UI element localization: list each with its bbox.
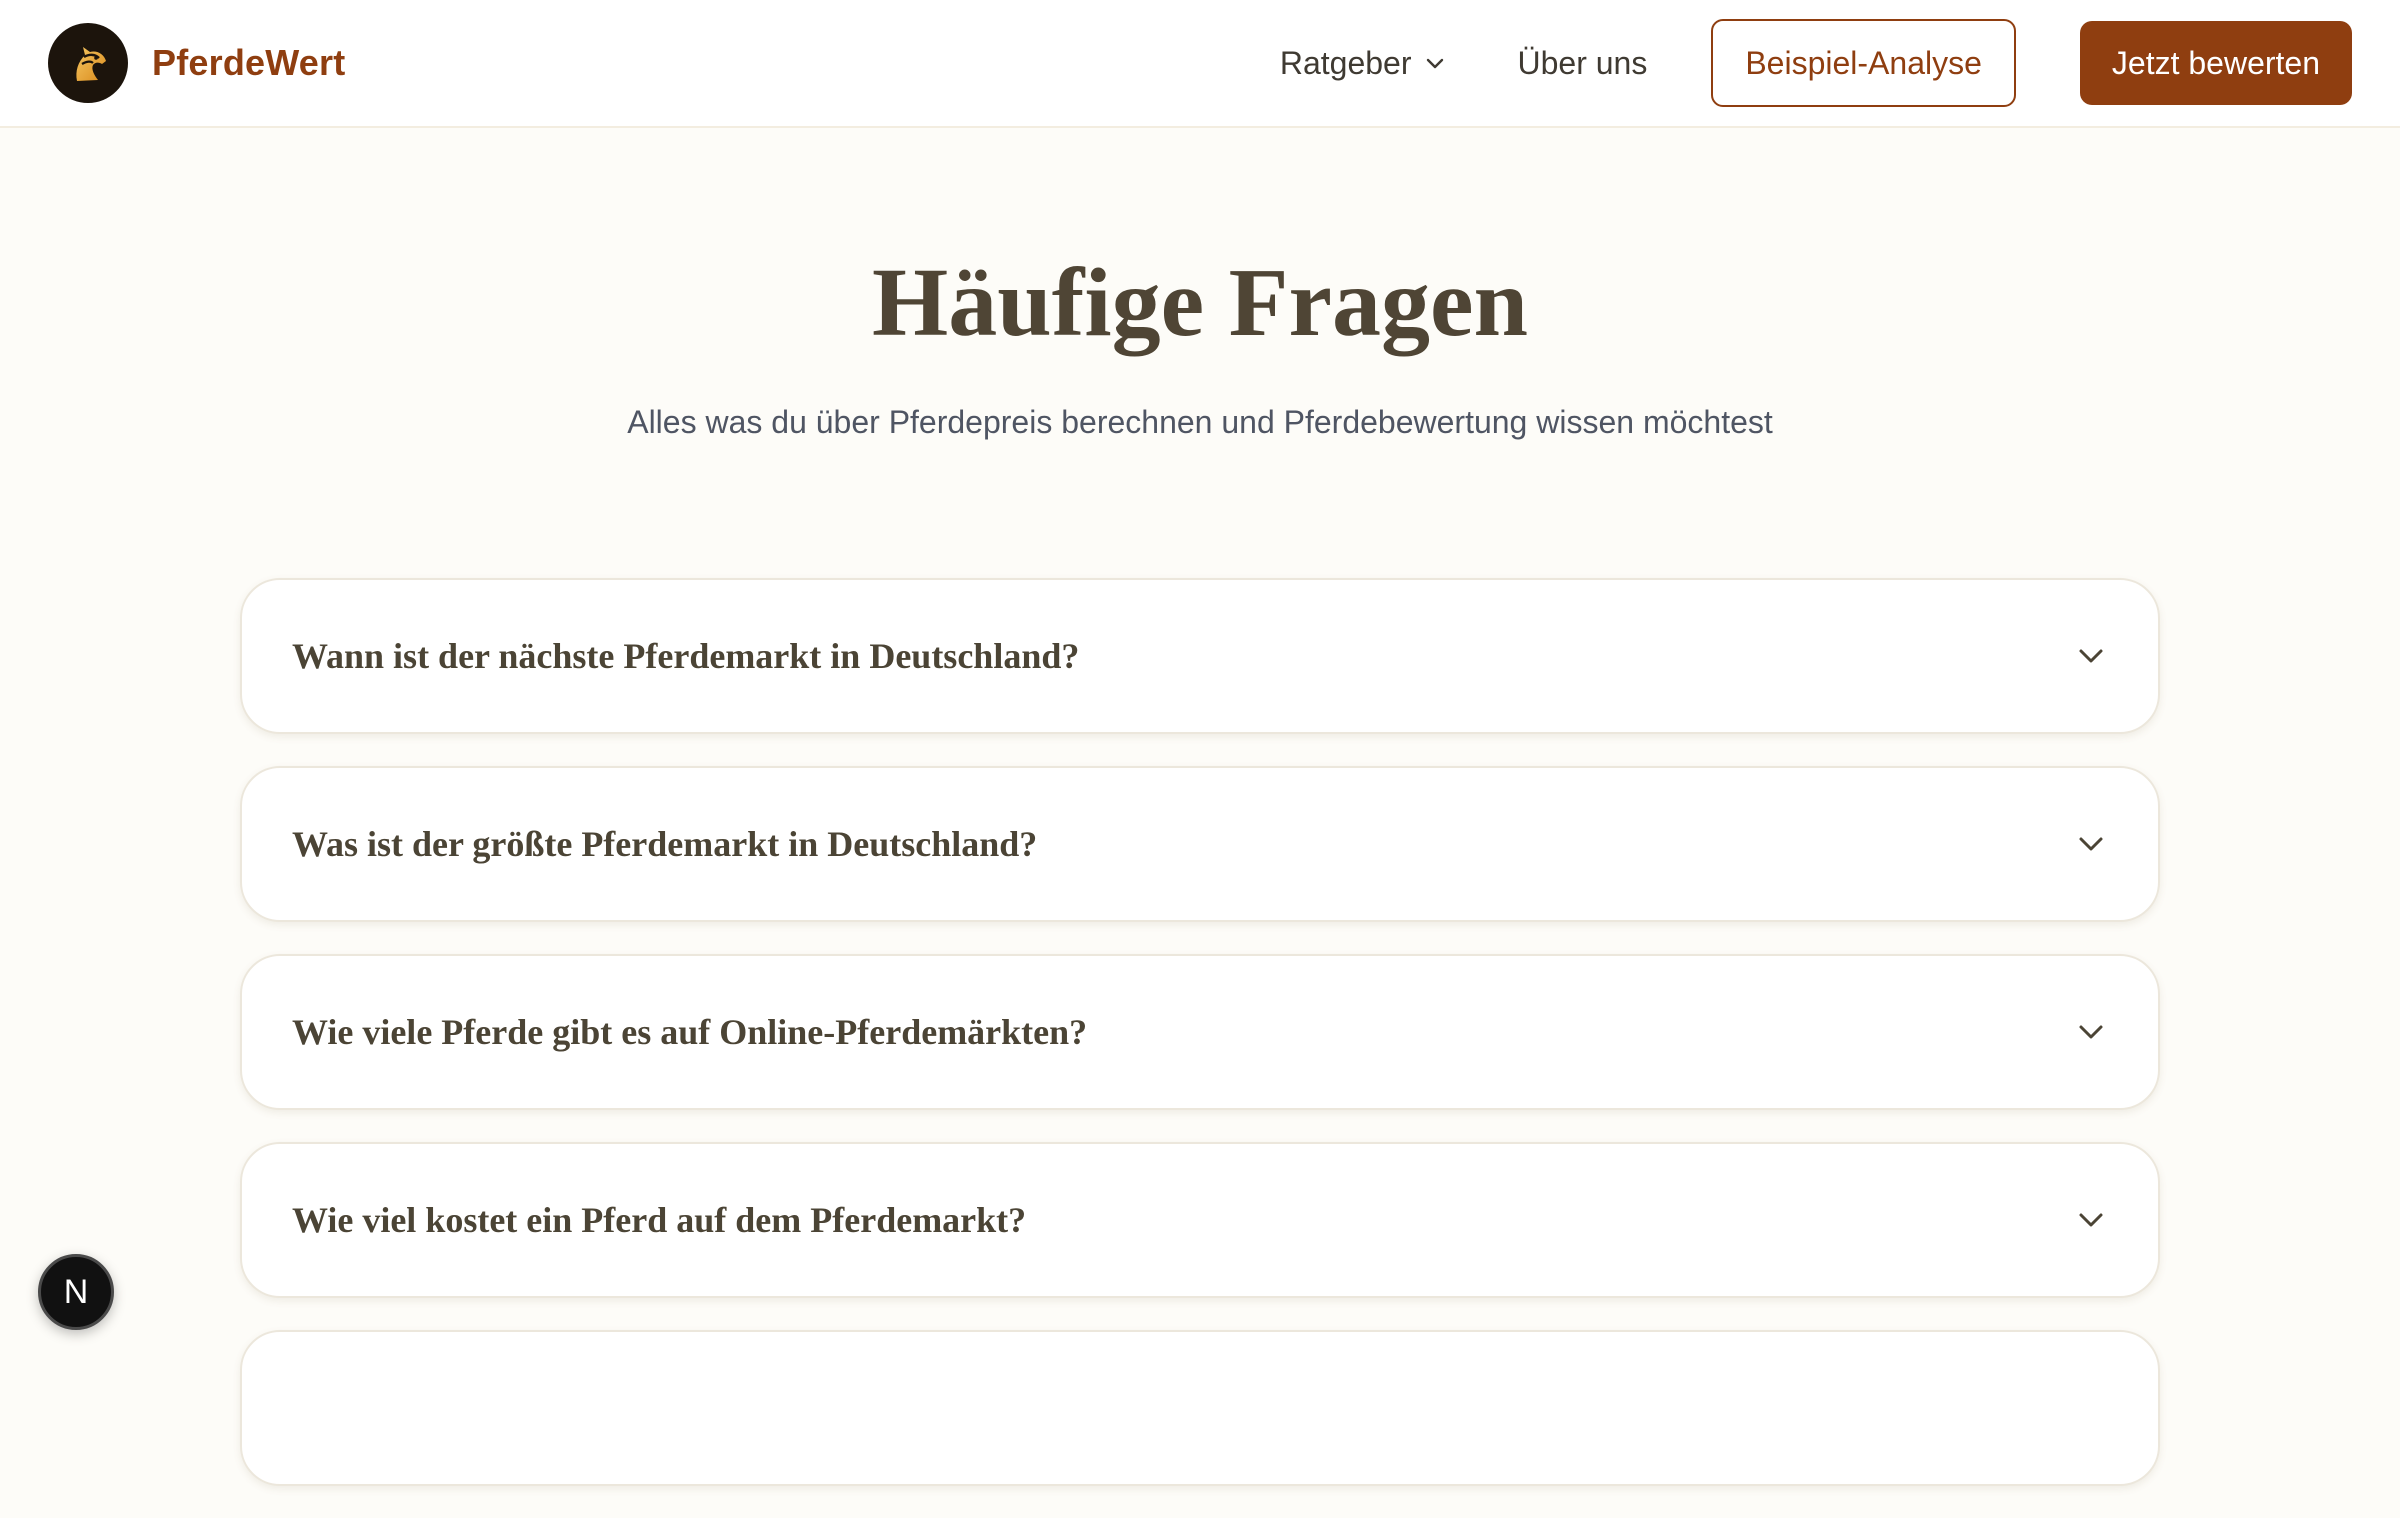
faq-question: Was ist der größte Pferdemarkt in Deutsc…	[292, 824, 1038, 864]
faq-item[interactable]: Wie viele Pferde gibt es auf Online-Pfer…	[240, 954, 2160, 1110]
nav-about-label: Über uns	[1517, 44, 1648, 81]
main-nav: Ratgeber Über uns Beispiel-Analyse Jetzt…	[1280, 19, 2352, 107]
page-subtitle: Alles was du über Pferdepreis berechnen …	[627, 404, 1773, 440]
nav-ratgeber-dropdown[interactable]: Ratgeber	[1280, 45, 1448, 82]
page-title: Häufige Fragen	[872, 249, 1528, 357]
faq-question: Wann ist der nächste Pferdemarkt in Deut…	[292, 636, 1080, 676]
faq-item[interactable]: Wie viel kostet ein Pferd auf dem Pferde…	[240, 1142, 2160, 1298]
faq-item[interactable]	[240, 1330, 2160, 1486]
brand-link[interactable]: PferdeWert	[48, 23, 345, 103]
badge-letter: N	[63, 1272, 89, 1311]
faq-question: Wie viel kostet ein Pferd auf dem Pferde…	[292, 1200, 1027, 1240]
nav-ratgeber-label: Ratgeber	[1279, 44, 1412, 81]
faq-item[interactable]: Wann ist der nächste Pferdemarkt in Deut…	[240, 578, 2160, 734]
chevron-down-icon	[2074, 1203, 2108, 1237]
example-analysis-button[interactable]: Beispiel-Analyse	[1711, 19, 2016, 107]
chevron-down-icon	[1423, 51, 1447, 75]
site-header: PferdeWert Ratgeber Über uns Beispiel-An…	[0, 0, 2400, 128]
faq-list: Wann ist der nächste Pferdemarkt in Deut…	[240, 578, 2160, 1518]
chevron-down-icon	[2074, 1015, 2108, 1049]
faq-item[interactable]: Was ist der größte Pferdemarkt in Deutsc…	[240, 766, 2160, 922]
rate-now-button[interactable]: Jetzt bewerten	[2079, 21, 2352, 105]
horse-head-logo-icon	[48, 23, 128, 103]
faq-question: Wie viele Pferde gibt es auf Online-Pfer…	[292, 1012, 1088, 1052]
chevron-down-icon	[2074, 827, 2108, 861]
next-dev-badge[interactable]: N	[38, 1254, 114, 1330]
chevron-down-icon	[2074, 639, 2108, 673]
brand-name: PferdeWert	[152, 42, 346, 83]
nav-about-link[interactable]: Über uns	[1517, 45, 1647, 82]
